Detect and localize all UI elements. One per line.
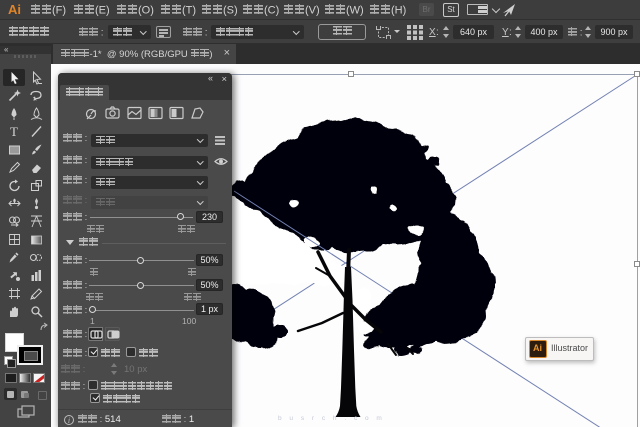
svg-text:b u s r c h . c o m: b u s r c h . c o m xyxy=(278,415,385,422)
